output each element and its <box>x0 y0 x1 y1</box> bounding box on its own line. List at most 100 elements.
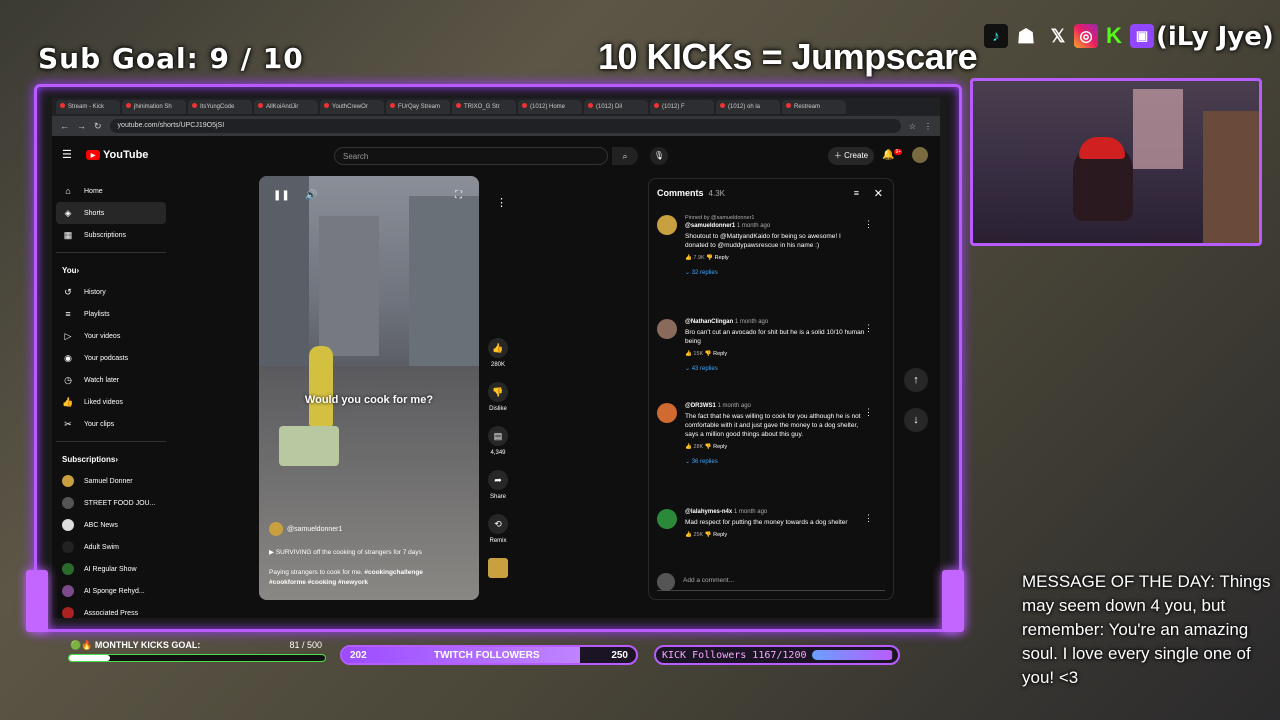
comments-header: Comments 4.3K ≡ <box>649 179 893 207</box>
sidebar-item[interactable]: ▦ Subscriptions <box>56 224 166 246</box>
mic-icon[interactable]: 🎙 <box>650 147 668 165</box>
video-title[interactable]: ▶ SURVIVING off the cooking of strangers… <box>269 548 422 556</box>
kicks-jumpscare-title: 10 KICKs = Jumpscare <box>598 36 978 77</box>
remix-button[interactable]: ⟲ Remix <box>484 514 512 544</box>
more-options-icon[interactable]: ⋮ <box>496 196 507 209</box>
commenter-avatar[interactable] <box>657 509 677 529</box>
sidebar-item[interactable]: ⌂ Home <box>56 180 166 202</box>
browser-tab[interactable]: jhinimation Sh <box>122 100 186 114</box>
comment-author[interactable]: @samueldonner1 <box>685 223 735 229</box>
comment-menu-icon[interactable]: ⋮ <box>864 513 873 524</box>
volume-icon[interactable]: 🔊 <box>305 190 317 201</box>
comment-dislike-icon[interactable]: 👎 <box>703 532 713 538</box>
add-comment-input[interactable]: Add a comment... <box>657 573 885 591</box>
browser-tab[interactable]: TRIXO_G Str <box>452 100 516 114</box>
share-button[interactable]: ➦ Share <box>484 470 512 500</box>
sidebar-item[interactable]: ✂ Your clips <box>56 413 166 435</box>
sidebar-item[interactable]: ▷ Your videos <box>56 325 166 347</box>
subscription-item[interactable]: STREET FOOD JOU... <box>56 492 166 514</box>
comment-text: Shoutout to @MattyandKaido for being so … <box>685 233 841 249</box>
monthly-kicks-fill <box>69 655 111 661</box>
previous-short-button[interactable]: ↑ <box>904 368 928 392</box>
browser-tab[interactable]: AllKoiAndJir <box>254 100 318 114</box>
sidebar-item[interactable]: 👍 Liked videos <box>56 391 166 413</box>
thumbs-up-icon: 👍 <box>488 338 508 358</box>
subscription-item[interactable]: Samuel Donner <box>56 470 166 492</box>
next-short-button[interactable]: ↓ <box>904 408 928 432</box>
browser-tab[interactable]: Restream <box>782 100 846 114</box>
comment-author[interactable]: @NathanClingan <box>685 319 733 325</box>
subscription-item[interactable]: AI Sponge Rehyd... <box>56 580 166 602</box>
sort-icon[interactable]: ≡ <box>854 188 859 198</box>
subscription-item[interactable]: Adult Swim <box>56 536 166 558</box>
video-channel[interactable]: @samueldonner1 <box>269 522 342 536</box>
short-video-player[interactable]: ❚❚ 🔊 ⛶ Would you cook for me? @samueldon… <box>259 176 479 600</box>
youtube-logo-text: YouTube <box>103 149 149 161</box>
section-label: You <box>62 265 77 275</box>
tab-favicon-icon <box>126 103 131 108</box>
comment-actions: 👍 15K 👎 Reply <box>685 351 865 357</box>
close-icon[interactable]: ✕ <box>874 187 883 200</box>
browser-tab[interactable]: (1012) oh la <box>716 100 780 114</box>
browser-tab[interactable]: (1012) F <box>650 100 714 114</box>
commenter-avatar[interactable] <box>657 319 677 339</box>
neon-decoration-left <box>26 570 48 632</box>
view-replies-button[interactable]: ⌄ 36 replies <box>685 458 865 465</box>
browser-tab[interactable]: ItsYungCode <box>188 100 252 114</box>
sidebar-section-subscriptions[interactable]: Subscriptions › <box>56 448 166 470</box>
sidebar-item[interactable]: ◷ Watch later <box>56 369 166 391</box>
back-icon[interactable]: ← <box>60 121 69 131</box>
youtube-logo[interactable]: ▶ YouTube <box>86 149 148 161</box>
comment-author[interactable]: @DR3WS1 <box>685 403 716 409</box>
reply-button[interactable]: Reply <box>713 532 727 538</box>
subscription-item[interactable]: AI Regular Show <box>56 558 166 580</box>
create-button[interactable]: ＋ Create <box>828 147 874 165</box>
browser-tab[interactable]: (1012) Home <box>518 100 582 114</box>
bookmark-star-icon[interactable]: ☆ <box>909 122 916 131</box>
forward-icon[interactable]: → <box>77 121 86 131</box>
pause-icon[interactable]: ❚❚ <box>273 190 290 201</box>
sidebar-item[interactable]: ≡ Playlists <box>56 303 166 325</box>
comment-menu-icon[interactable]: ⋮ <box>864 323 873 334</box>
sidebar-item-label: History <box>84 288 106 296</box>
reply-button[interactable]: Reply <box>713 351 727 357</box>
sidebar-item[interactable]: ◈ Shorts <box>56 202 166 224</box>
search-input[interactable]: Search <box>334 147 608 165</box>
subscription-item[interactable]: Associated Press <box>56 602 166 618</box>
video-desc-text: Paying strangers to cook for me. <box>269 569 363 576</box>
sidebar-item[interactable]: ↺ History <box>56 281 166 303</box>
comment-count: 4,349 <box>490 450 506 456</box>
browser-tab[interactable]: FUrQay Stream <box>386 100 450 114</box>
notifications-bell-icon[interactable]: 🔔9+ <box>882 149 903 160</box>
search-button[interactable]: ⌕ <box>612 147 638 165</box>
reply-button[interactable]: Reply <box>713 444 727 450</box>
account-avatar[interactable] <box>912 147 928 163</box>
reload-icon[interactable]: ↻ <box>94 121 102 132</box>
comment-dislike-icon[interactable]: 👎 <box>703 444 713 450</box>
subscription-item[interactable]: ABC News <box>56 514 166 536</box>
comment-dislike-icon[interactable]: 👎 <box>705 255 715 261</box>
sidebar-item[interactable]: ◉ Your podcasts <box>56 347 166 369</box>
browser-tab[interactable]: Stream - Kick <box>56 100 120 114</box>
view-replies-button[interactable]: ⌄ 43 replies <box>685 365 865 372</box>
hamburger-menu-icon[interactable]: ☰ <box>62 148 72 161</box>
like-button[interactable]: 👍 280K <box>484 338 512 368</box>
comment-menu-icon[interactable]: ⋮ <box>864 219 873 230</box>
sound-thumbnail[interactable] <box>488 558 508 578</box>
commenter-avatar[interactable] <box>657 403 677 423</box>
comment-menu-icon[interactable]: ⋮ <box>864 407 873 418</box>
sidebar-section-you[interactable]: You › <box>56 259 166 281</box>
url-input[interactable]: youtube.com/shorts/UPCJ19O5jSI <box>109 119 901 133</box>
view-replies-button[interactable]: ⌄ 32 replies <box>685 269 865 276</box>
browser-tab[interactable]: YouthCrewOr <box>320 100 384 114</box>
reply-button[interactable]: Reply <box>715 255 729 261</box>
fullscreen-icon[interactable]: ⛶ <box>455 190 462 201</box>
comments-button[interactable]: ▤ 4,349 <box>484 426 512 456</box>
browser-tab[interactable]: (1012) Dil <box>584 100 648 114</box>
comment-author[interactable]: @lalahymes-n4x <box>685 509 732 515</box>
comment-dislike-icon[interactable]: 👎 <box>703 351 713 357</box>
comment-like-count: 28K <box>693 444 704 450</box>
dislike-button[interactable]: 👎 Dislike <box>484 382 512 412</box>
menu-dots-icon[interactable]: ⋮ <box>924 122 932 131</box>
commenter-avatar[interactable] <box>657 215 677 235</box>
